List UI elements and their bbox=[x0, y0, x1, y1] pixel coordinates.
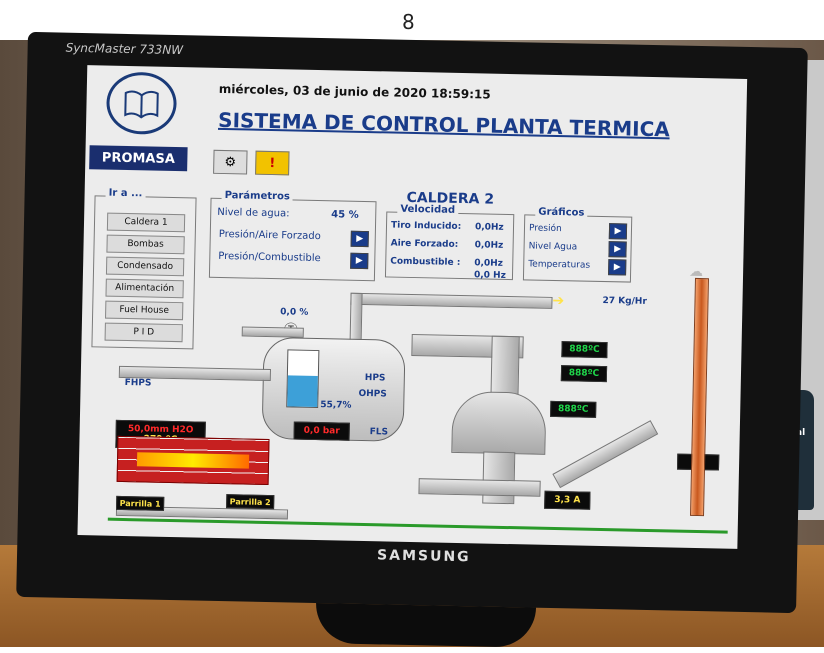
tiro-inducido-value: 0,0Hz bbox=[475, 222, 504, 233]
aire-forzado-label: Aire Forzado: bbox=[391, 239, 459, 250]
current-display-1: 3,3 A bbox=[544, 491, 590, 510]
nav-alimentacion[interactable]: Alimentación bbox=[105, 279, 183, 299]
nav-caldera-1[interactable]: Caldera 1 bbox=[107, 213, 185, 233]
aire-forzado-value: 0,0Hz bbox=[475, 240, 504, 251]
temp-display-1: 888ºC bbox=[561, 341, 607, 358]
nav-fuel-house[interactable]: Fuel House bbox=[105, 301, 183, 321]
return-duct bbox=[418, 478, 540, 497]
page-number: 8 bbox=[402, 10, 415, 34]
promasa-button[interactable]: PROMASA bbox=[89, 145, 187, 171]
monitor-stand bbox=[315, 603, 536, 648]
parrilla-2-label: Parrilla 2 bbox=[226, 494, 274, 509]
parrilla-1-label: Parrilla 1 bbox=[116, 496, 164, 511]
velocidad-group: Velocidad Tiro Inducido: 0,0Hz Aire Forz… bbox=[385, 211, 514, 280]
feed-pipe bbox=[242, 326, 304, 337]
chimney bbox=[690, 278, 709, 516]
tiro-inducido-label: Tiro Inducido: bbox=[391, 221, 461, 232]
fuel-pressure-arrow-icon[interactable]: ▶ bbox=[350, 253, 368, 269]
flue-duct-down bbox=[490, 336, 519, 399]
grafico-presion-label: Presión bbox=[529, 223, 562, 234]
water-level-label: Nivel de agua: bbox=[217, 207, 289, 220]
economizer bbox=[451, 391, 546, 455]
monitor-model: SyncMaster 733NW bbox=[66, 41, 184, 57]
smoke-icon: ☁ bbox=[689, 264, 703, 280]
nav-pid[interactable]: P I D bbox=[105, 323, 183, 343]
parametros-group: Parámetros Nivel de agua: 45 % Presión/A… bbox=[209, 198, 377, 281]
grafico-temperaturas-arrow-icon[interactable]: ▶ bbox=[608, 259, 626, 275]
tank-pressure-display: 0,0 bar bbox=[294, 422, 350, 441]
grafico-presion-arrow-icon[interactable]: ▶ bbox=[609, 223, 627, 239]
monitor: SyncMaster 733NW SAMSUNG miércoles, 03 d… bbox=[16, 32, 808, 613]
nav-group: Ir a ... Caldera 1 Bombas Condensado Ali… bbox=[91, 195, 196, 349]
nav-condensado[interactable]: Condensado bbox=[106, 257, 184, 277]
page-title: SISTEMA DE CONTROL PLANTA TERMICA bbox=[218, 108, 670, 141]
temp-display-3: 888ºC bbox=[550, 401, 596, 418]
furnace-pressure: 50,0mm H2O bbox=[128, 424, 194, 435]
temp-display-2: 888ºC bbox=[561, 365, 607, 382]
cyclone bbox=[482, 452, 515, 505]
ohps-label: OHPS bbox=[358, 389, 386, 400]
graficos-title: Gráficos bbox=[535, 207, 587, 219]
air-pressure-arrow-icon[interactable]: ▶ bbox=[351, 231, 369, 247]
air-pressure-label: Presión/Aire Forzado bbox=[219, 229, 321, 242]
scada-screen: miércoles, 03 de junio de 2020 18:59:15 … bbox=[77, 65, 747, 549]
hps-label: HPS bbox=[365, 373, 386, 383]
velocidad-title: Velocidad bbox=[397, 204, 458, 216]
datetime: miércoles, 03 de junio de 2020 18:59:15 bbox=[219, 82, 491, 102]
parametros-title: Parámetros bbox=[222, 190, 293, 202]
fls-label: FLS bbox=[370, 427, 389, 437]
graficos-group: Gráficos Presión ▶ Nivel Agua ▶ Temperat… bbox=[523, 214, 632, 282]
monitor-brand: SAMSUNG bbox=[377, 547, 471, 565]
valve-percent: 0,0 % bbox=[280, 307, 308, 318]
operators-icon[interactable]: ⚙ bbox=[213, 150, 247, 175]
grafico-nivel-arrow-icon[interactable]: ▶ bbox=[608, 241, 626, 257]
steam-pipe bbox=[350, 293, 552, 309]
boiler-level-fill bbox=[287, 375, 318, 407]
nav-title: Ir a ... bbox=[106, 188, 146, 200]
fuel-pressure-label: Presión/Combustible bbox=[218, 251, 321, 264]
water-level-value: 45 % bbox=[331, 209, 359, 221]
fan-duct bbox=[552, 420, 658, 488]
tank-level-label: 55,7% bbox=[320, 400, 351, 411]
grafico-temperaturas-label: Temperaturas bbox=[528, 259, 590, 270]
steam-flow: 27 Kg/Hr bbox=[602, 296, 647, 307]
fhps-label: FHPS bbox=[125, 378, 152, 389]
boiler-level-gauge bbox=[286, 349, 319, 408]
combustible-extra-value: 0,0 Hz bbox=[474, 270, 506, 281]
combustible-label: Combustible : bbox=[390, 257, 460, 268]
furnace-fire bbox=[137, 452, 249, 468]
book-logo-icon bbox=[106, 72, 177, 135]
steam-arrow-icon: ➔ bbox=[552, 293, 564, 309]
ground-line bbox=[108, 518, 728, 534]
steam-riser bbox=[350, 293, 363, 345]
alarm-icon[interactable]: ! bbox=[255, 151, 289, 176]
grafico-nivel-label: Nivel Agua bbox=[529, 241, 578, 252]
combustible-value: 0,0Hz bbox=[474, 258, 503, 269]
nav-bombas[interactable]: Bombas bbox=[106, 235, 184, 255]
